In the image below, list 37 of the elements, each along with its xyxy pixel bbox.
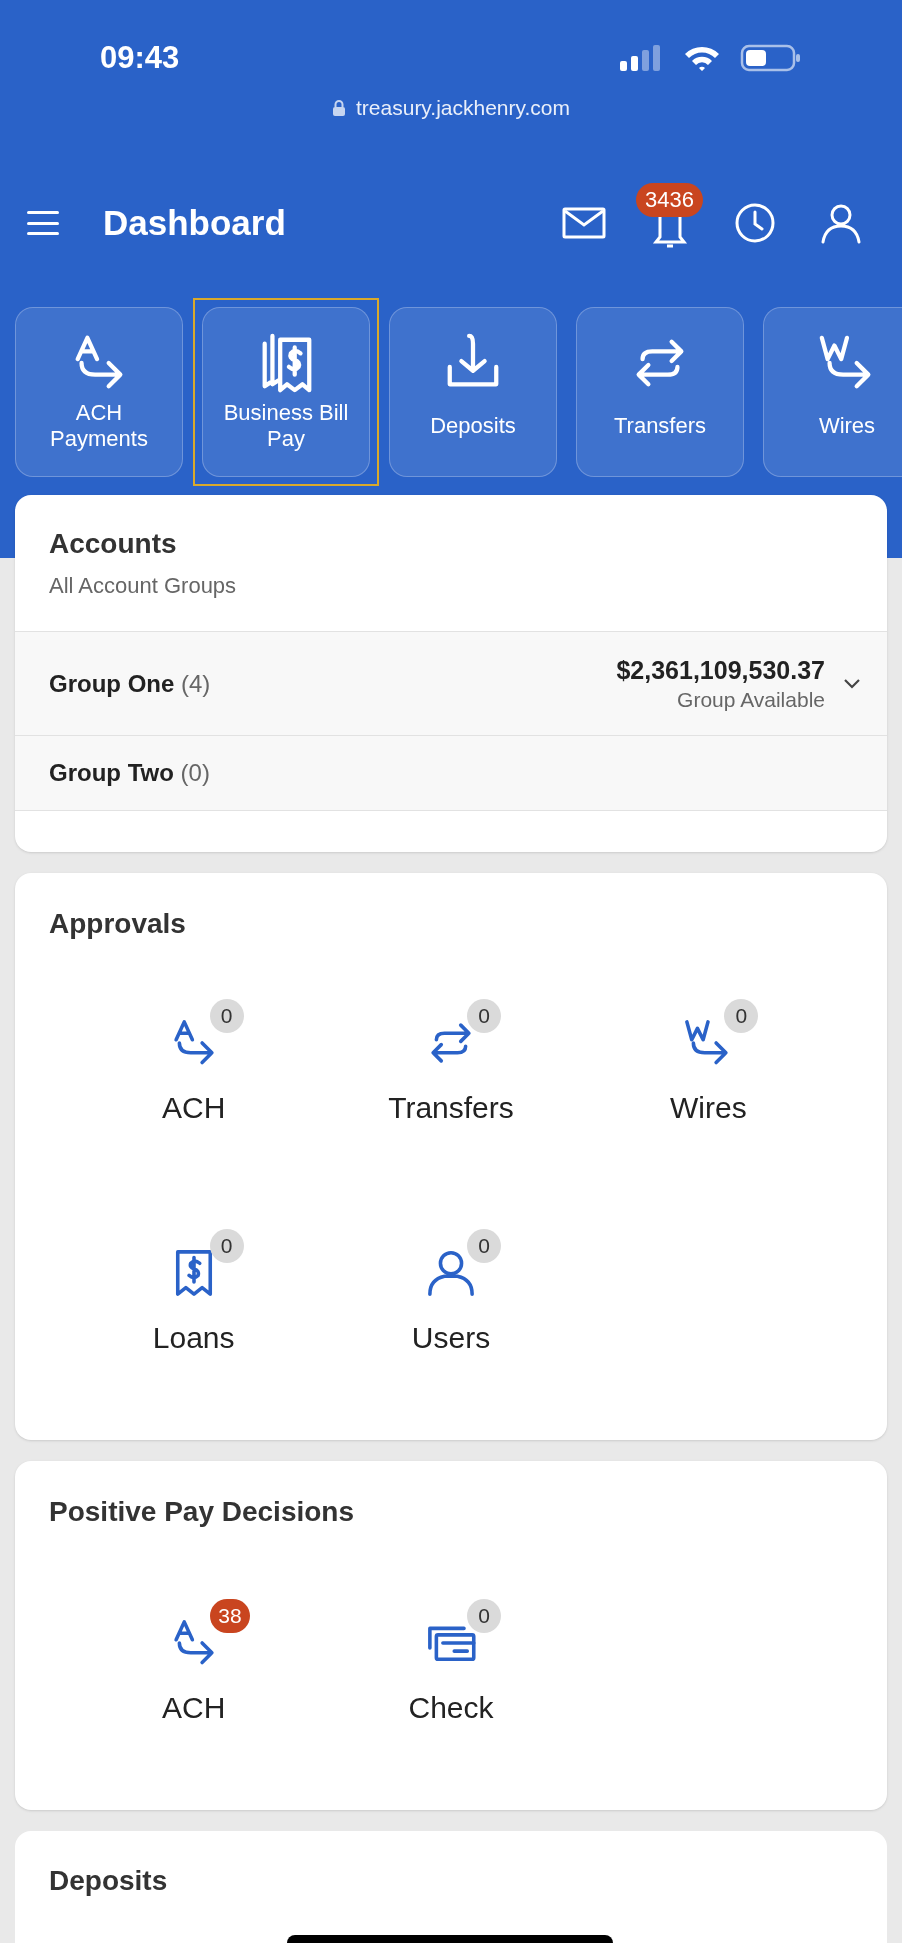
user-icon[interactable]	[820, 202, 862, 244]
card-title: Accounts	[49, 527, 178, 561]
notification-badge: 3436	[636, 183, 703, 217]
lock-icon	[332, 99, 346, 117]
url-text: treasury.jackhenry.com	[356, 96, 570, 120]
account-group-row[interactable]: Group Two (0)	[15, 736, 887, 811]
menu-icon[interactable]	[27, 209, 59, 237]
count-badge: 0	[467, 999, 501, 1033]
group-name: Group Two (0)	[49, 758, 210, 788]
count-badge: 0	[209, 1229, 244, 1263]
battery-icon	[740, 43, 802, 73]
item-label[interactable]: Wires	[670, 1090, 747, 1126]
card-title: Deposits	[48, 1864, 169, 1898]
card-title: Approvals	[48, 907, 187, 941]
item-label[interactable]: Users	[411, 1320, 491, 1356]
item-label[interactable]: ACH	[162, 1690, 226, 1726]
item-label[interactable]: Check	[408, 1690, 494, 1726]
clock-icon[interactable]	[734, 202, 776, 244]
mail-icon[interactable]	[562, 207, 606, 239]
chevron-down-icon[interactable]	[843, 677, 861, 690]
count-badge: 38	[210, 1599, 250, 1633]
count-badge: 0	[209, 999, 244, 1033]
item-label[interactable]: Loans	[152, 1320, 235, 1356]
group-name: Group One (4)	[49, 668, 211, 699]
quick-action-tile[interactable]: Business Bill Pay	[193, 298, 379, 486]
count-badge: 0	[724, 999, 759, 1033]
group-amount-label: Group Available	[677, 686, 825, 713]
item-label[interactable]: Transfers	[388, 1090, 514, 1126]
group-amount: $2,361,109,530.37	[616, 654, 825, 686]
count-badge: 0	[467, 1229, 501, 1263]
account-group-row[interactable]: Group One (4) $2,361,109,530.37 Group Available	[15, 632, 887, 736]
page-title: Dashboard	[103, 201, 286, 244]
status-time: 09:43	[100, 40, 180, 76]
item-label[interactable]: ACH	[162, 1090, 226, 1126]
count-badge: 0	[467, 1599, 501, 1633]
card-title: Positive Pay Decisions	[48, 1495, 356, 1529]
card-subtitle: All Account Groups	[49, 572, 238, 600]
